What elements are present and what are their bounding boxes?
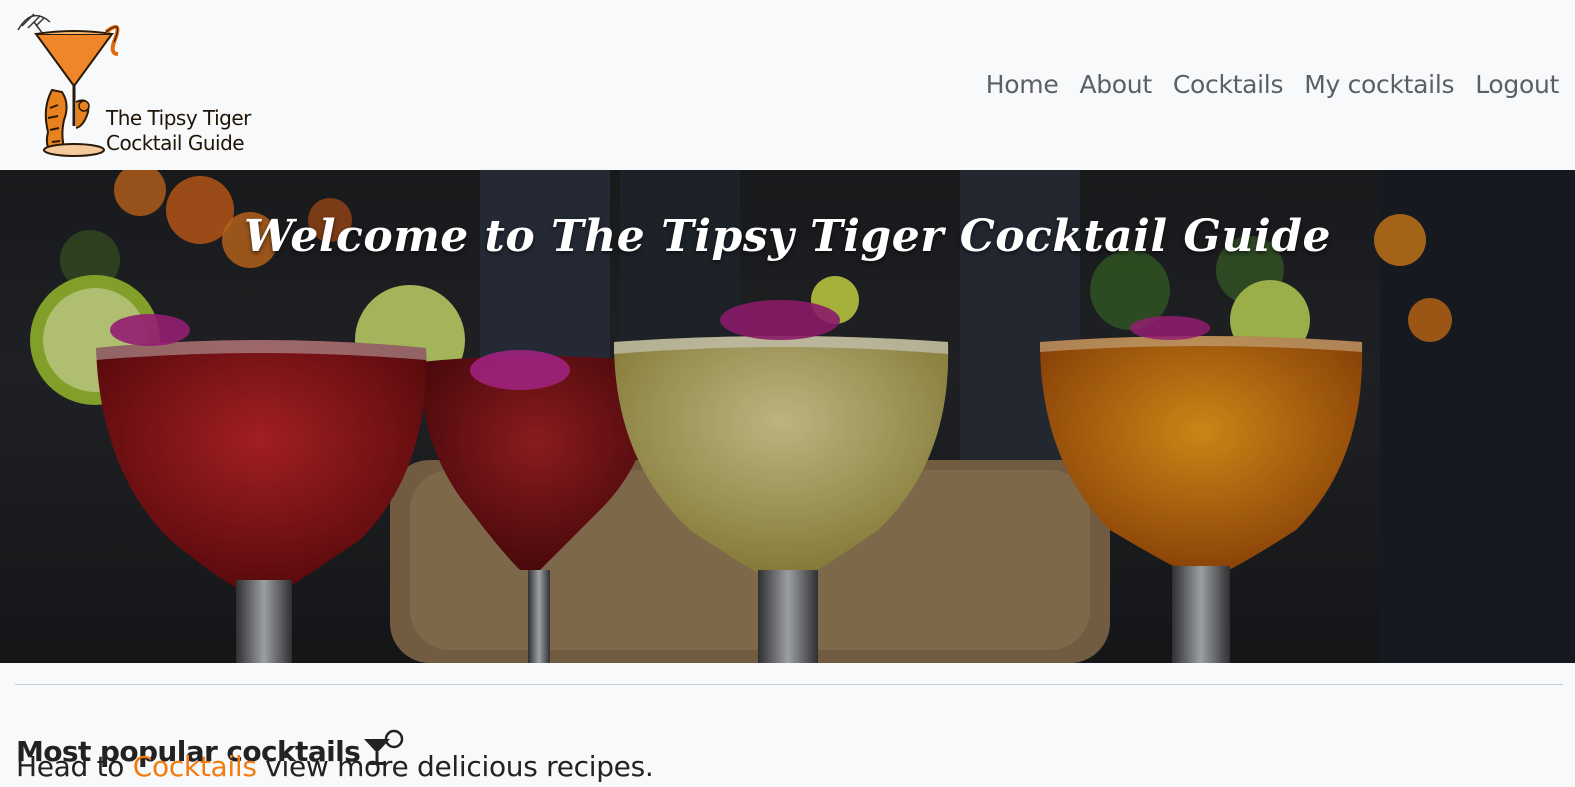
hero-banner: Welcome to The Tipsy Tiger Cocktail Guid… <box>0 170 1575 663</box>
nav-logout[interactable]: Logout <box>1475 70 1559 99</box>
brand-logo-link[interactable]: The Tipsy Tiger Cocktail Guide <box>14 8 264 160</box>
cocktails-link[interactable]: Cocktails <box>133 750 257 783</box>
main-nav: Home About Cocktails My cocktails Logout <box>986 66 1560 102</box>
brand-name: The Tipsy Tiger Cocktail Guide <box>106 106 251 156</box>
section-divider <box>15 684 1563 685</box>
nav-my-cocktails[interactable]: My cocktails <box>1304 70 1454 99</box>
nav-cocktails[interactable]: Cocktails <box>1173 70 1284 99</box>
nav-home[interactable]: Home <box>986 70 1059 99</box>
popular-lead-text: Head to Cocktails view more delicious re… <box>16 750 654 783</box>
lead-suffix: view more delicious recipes. <box>256 750 654 783</box>
brand-line-2: Cocktail Guide <box>106 131 245 155</box>
brand-line-1: The Tipsy Tiger <box>106 106 251 130</box>
hero-title: Welcome to The Tipsy Tiger Cocktail Guid… <box>244 211 1331 263</box>
navbar: The Tipsy Tiger Cocktail Guide Home Abou… <box>0 0 1575 170</box>
lead-prefix: Head to <box>16 750 133 783</box>
nav-about[interactable]: About <box>1079 70 1152 99</box>
